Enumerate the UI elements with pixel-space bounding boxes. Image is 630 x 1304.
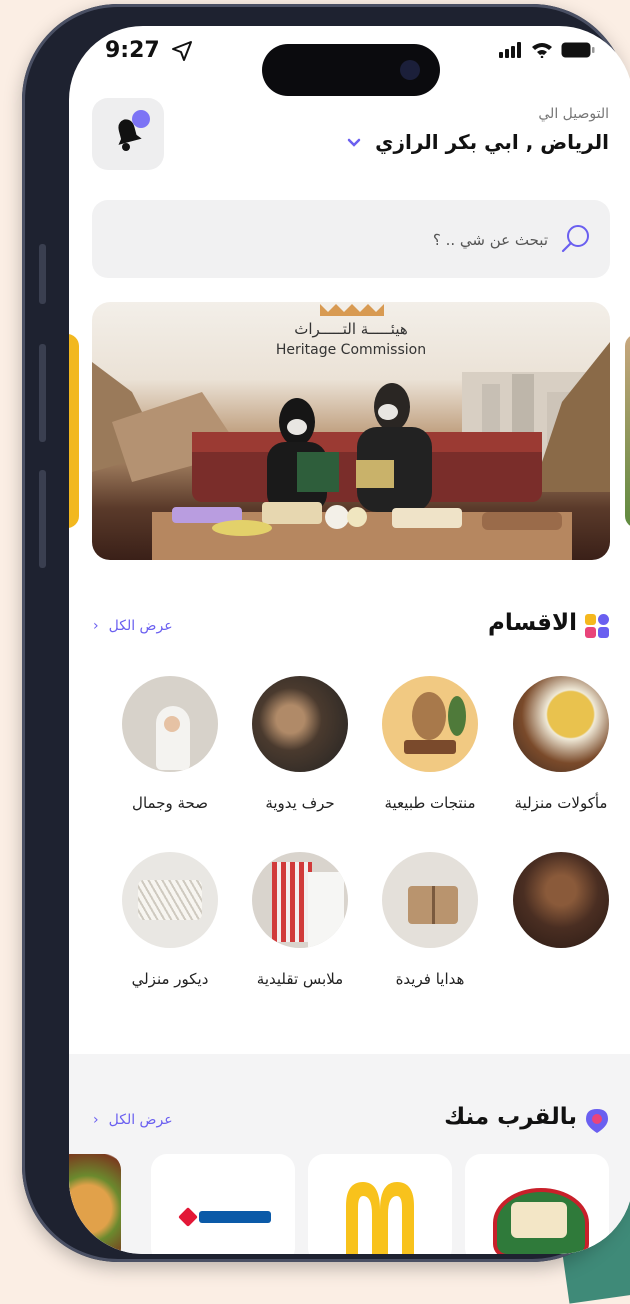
store-card-altazaj[interactable] <box>465 1154 609 1254</box>
category-label: ملابس تقليدية <box>256 970 344 988</box>
delivery-address: الرياض , ابي بكر الرازي <box>375 130 609 154</box>
location-arrow-icon <box>171 40 193 66</box>
dynamic-island <box>262 44 440 96</box>
promo-banner[interactable]: هيئـــــة التـــــراث Heritage Commissio… <box>92 302 610 560</box>
status-indicators <box>499 42 595 58</box>
category-label: هدايا فريدة <box>395 970 465 988</box>
bell-icon <box>118 119 142 151</box>
status-time: 9:27 <box>105 38 160 63</box>
nearby-see-all-link[interactable]: عرض الكل ‹ <box>93 1112 173 1128</box>
category-image <box>122 852 218 948</box>
category-image <box>513 852 609 948</box>
category-image <box>382 852 478 948</box>
category-label: صحة وجمال <box>132 794 208 812</box>
address-selector[interactable]: الرياض , ابي بكر الرازي <box>347 130 609 154</box>
wifi-icon <box>532 43 552 58</box>
signal-icon <box>499 42 521 58</box>
nearby-header: بالقرب منك عرض الكل ‹ <box>93 1102 609 1138</box>
category-home-decor[interactable]: ديكور منزلي <box>105 852 235 994</box>
categories-title: الاقسام <box>488 610 577 636</box>
banner-title-ar: هيئـــــة التـــــراث <box>294 320 408 338</box>
phone-frame: 9:27 التوصيل الي الرياض , ابي بكر الرازي… <box>22 4 630 1262</box>
see-all-label: عرض الكل <box>108 618 173 634</box>
carousel-prev-slide[interactable] <box>69 334 79 528</box>
silent-switch <box>39 244 46 304</box>
carousel-next-slide[interactable] <box>625 334 630 528</box>
category-label: مأكولات منزلية <box>514 794 608 812</box>
categories-header: الاقسام عرض الكل ‹ <box>93 608 609 644</box>
category-image <box>252 852 348 948</box>
notifications-button[interactable] <box>92 98 164 170</box>
category-label: ديكور منزلي <box>131 970 209 988</box>
store-card-dominos[interactable] <box>151 1154 295 1254</box>
category-image <box>382 676 478 772</box>
see-all-label: عرض الكل <box>108 1112 173 1128</box>
grid-icon <box>585 614 609 638</box>
mcdonalds-logo <box>346 1182 414 1254</box>
category-traditional-clothing[interactable]: ملابس تقليدية <box>235 852 365 994</box>
location-pin-icon <box>586 1109 608 1133</box>
search-bar[interactable] <box>92 200 610 278</box>
category-label: حرف يدوية <box>265 794 335 812</box>
battery-icon <box>561 42 595 58</box>
banner-image <box>92 304 610 560</box>
chevron-left-icon: ‹ <box>93 1112 99 1128</box>
banner-title-en: Heritage Commission <box>275 342 427 358</box>
categories-see-all-link[interactable]: عرض الكل ‹ <box>93 618 173 634</box>
category-unique-gifts[interactable]: هدايا فريدة <box>365 852 495 994</box>
category-accessories[interactable] <box>496 852 626 964</box>
category-health-beauty[interactable]: صحة وجمال <box>105 676 235 818</box>
category-image <box>513 676 609 772</box>
category-handicrafts[interactable]: حرف يدوية <box>235 676 365 818</box>
category-image <box>252 676 348 772</box>
delivery-label: التوصيل الي <box>538 106 609 122</box>
category-home-food[interactable]: مأكولات منزلية <box>496 676 626 818</box>
volume-up-button <box>39 344 46 442</box>
store-card-mcdonalds[interactable] <box>308 1154 452 1254</box>
store-card-partial[interactable] <box>69 1154 121 1254</box>
altazaj-logo <box>493 1188 589 1254</box>
chevron-left-icon: ‹ <box>93 618 99 634</box>
dominos-logo <box>178 1207 271 1227</box>
category-label: منتجات طبيعية <box>384 794 476 812</box>
chevron-down-icon <box>347 133 361 152</box>
search-input[interactable] <box>146 224 550 256</box>
volume-down-button <box>39 470 46 568</box>
notification-badge <box>132 110 150 128</box>
screen: 9:27 التوصيل الي الرياض , ابي بكر الرازي… <box>69 26 630 1254</box>
category-image <box>122 676 218 772</box>
nearby-title: بالقرب منك <box>444 1104 577 1130</box>
category-natural-products[interactable]: منتجات طبيعية <box>365 676 495 818</box>
search-icon <box>561 225 589 253</box>
